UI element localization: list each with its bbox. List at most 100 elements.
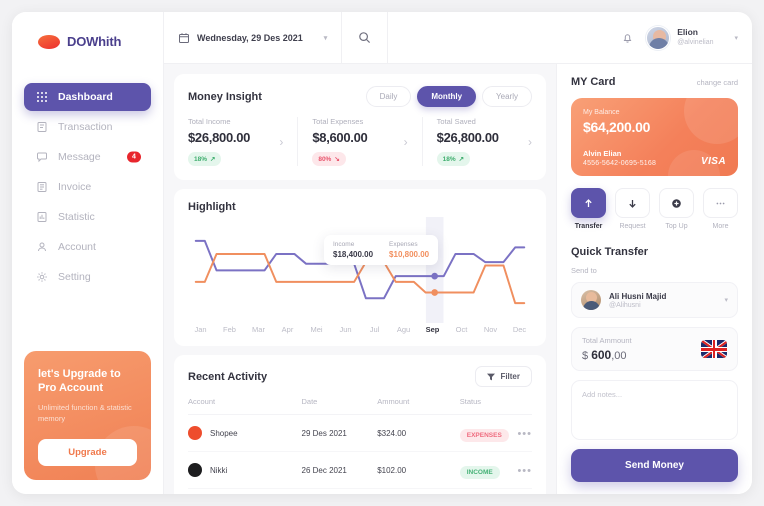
month-label[interactable]: Oct	[447, 325, 476, 334]
action-transfer[interactable]: Transfer	[571, 188, 606, 230]
month-label[interactable]: Apr	[273, 325, 302, 334]
highlight-card: Highlight Income $18,400.00 Expenses $10…	[174, 189, 546, 346]
sidebar-item-statistic[interactable]: Statistic	[24, 203, 151, 231]
action-label: Request	[619, 223, 646, 230]
user-menu[interactable]: Elion @alvinelian ▾	[646, 25, 738, 50]
row-more-icon[interactable]: •••	[517, 465, 532, 477]
sidebar-item-label: Setting	[58, 271, 91, 283]
currency-symbol: $	[582, 350, 589, 362]
stat-delta: 18%	[194, 155, 208, 163]
uk-flag-icon	[701, 340, 727, 358]
table-row[interactable]: Shopee 29 Des 2021 $324.00 EXPENSES •••	[188, 415, 532, 452]
sidebar-item-setting[interactable]: Setting	[24, 263, 151, 291]
stat-total-expenses[interactable]: Total Expenses $8,600.00 80% ↘ ›	[297, 117, 421, 166]
month-label[interactable]: Mei	[302, 325, 331, 334]
stat-value: $26,800.00	[188, 130, 251, 145]
change-card-link[interactable]: change card	[697, 78, 738, 87]
month-label[interactable]: Jan	[186, 325, 215, 334]
stat-chevron-icon[interactable]: ›	[528, 135, 532, 149]
stat-delta-badge: 18% ↗	[436, 152, 471, 166]
stat-chevron-icon[interactable]: ›	[404, 135, 408, 149]
chevron-down-icon: ▾	[724, 297, 728, 304]
table-row[interactable]: Nikki 26 Dec 2021 $102.00 INCOME •••	[188, 452, 532, 489]
sidebar-item-transaction[interactable]: Transaction	[24, 113, 151, 141]
account-name: Shopee	[210, 428, 238, 438]
filter-button[interactable]: Filter	[475, 366, 532, 387]
money-insight-header: Money Insight Daily Monthly Yearly	[174, 74, 546, 107]
sidebar-item-label: Account	[58, 241, 96, 253]
table-row[interactable]: Pickolab25 Dec 2021$21,000.00INCOME•••	[188, 489, 532, 494]
amount-major: 600	[591, 348, 612, 362]
range-monthly[interactable]: Monthly	[417, 86, 477, 107]
chevron-down-icon: ▾	[734, 34, 738, 42]
range-yearly[interactable]: Yearly	[482, 86, 532, 107]
stat-chevron-icon[interactable]: ›	[279, 135, 283, 149]
brand-logo[interactable]: DOWhith	[24, 28, 151, 49]
month-label[interactable]: Mar	[244, 325, 273, 334]
action-label: More	[712, 223, 729, 230]
quick-transfer-title: Quick Transfer	[571, 246, 649, 258]
brand-name: DOWhith	[67, 34, 122, 49]
card-actions: Transfer Request Top Up More	[571, 188, 738, 230]
invoice-icon	[36, 181, 48, 193]
money-insight-title: Money Insight	[188, 90, 262, 103]
recipient-select[interactable]: Ali Husni Majid @Alihusni ▾	[571, 282, 738, 318]
row-more-icon[interactable]: •••	[517, 428, 532, 440]
account-logo-icon	[188, 463, 202, 477]
action-request[interactable]: Request	[615, 188, 650, 230]
recipient-avatar	[581, 290, 601, 310]
notes-input[interactable]: Add notes...	[571, 380, 738, 440]
card-bottom: Alvin Elian 4556-5642-0695-5168 VISA	[583, 149, 726, 167]
tooltip-income-value: $18,400.00	[333, 250, 374, 259]
grid-icon	[36, 91, 48, 103]
amount-field[interactable]: Total Ammount $ 600,00	[571, 327, 738, 371]
stat-value: $8,600.00	[312, 130, 368, 145]
stat-total-income[interactable]: Total Income $26,800.00 18% ↗ ›	[174, 117, 297, 166]
month-label[interactable]: Jul	[360, 325, 389, 334]
sidebar: DOWhith Dashboard Transaction Message 4 …	[12, 12, 164, 494]
topbar-right: Elion @alvinelian ▾	[621, 25, 752, 50]
upgrade-button[interactable]: Upgrade	[38, 439, 137, 466]
stat-delta: 18%	[442, 155, 456, 163]
month-label[interactable]: Dec	[505, 325, 534, 334]
my-card-title: MY Card	[571, 76, 616, 88]
search-icon	[358, 31, 371, 44]
month-label[interactable]: Jun	[331, 325, 360, 334]
amount-value: $ 600,00	[582, 348, 632, 362]
month-label[interactable]: Feb	[215, 325, 244, 334]
user-name: Elion	[677, 27, 698, 38]
sidebar-item-account[interactable]: Account	[24, 233, 151, 261]
range-daily[interactable]: Daily	[365, 86, 412, 107]
chat-icon	[36, 151, 48, 163]
action-topup[interactable]: Top Up	[659, 188, 694, 230]
topbar: Wednesday, 29 Des 2021 ▾ Elion @alvineli…	[164, 12, 752, 64]
pill-logo-icon	[38, 34, 60, 49]
plus-circle-icon	[659, 188, 694, 218]
calendar-icon	[178, 32, 190, 44]
stat-value: $26,800.00	[436, 130, 499, 145]
month-label[interactable]: Nov	[476, 325, 505, 334]
money-insight-card: Money Insight Daily Monthly Yearly Total…	[174, 74, 546, 180]
sidebar-item-message[interactable]: Message 4	[24, 143, 151, 171]
amount-minor: ,00	[611, 350, 627, 362]
date-picker[interactable]: Wednesday, 29 Des 2021 ▾	[164, 12, 343, 63]
chart-month-axis: Jan Feb Mar Apr Mei Jun Jul Agu Sep Oct Nov Dec	[174, 323, 546, 346]
dashboard-app: DOWhith Dashboard Transaction Message 4 …	[12, 12, 752, 494]
sidebar-item-dashboard[interactable]: Dashboard	[24, 83, 151, 111]
action-more[interactable]: More	[703, 188, 738, 230]
stats-row: Total Income $26,800.00 18% ↗ › Total Ex…	[174, 107, 546, 180]
send-money-button[interactable]: Send Money	[571, 449, 738, 482]
month-label[interactable]: Sep	[418, 325, 447, 334]
stat-total-saved[interactable]: Total Saved $26,800.00 18% ↗ ›	[421, 117, 546, 166]
funnel-icon	[487, 373, 496, 381]
recent-activity-card: Recent Activity Filter Account Date Ammo…	[174, 355, 546, 494]
bell-icon[interactable]	[621, 31, 634, 44]
sidebar-item-invoice[interactable]: Invoice	[24, 173, 151, 201]
bank-card[interactable]: My Balance $64,200.00 Alvin Elian 4556-5…	[571, 98, 738, 176]
ellipsis-icon	[703, 188, 738, 218]
user-handle: @alvinelian	[677, 39, 714, 47]
month-label[interactable]: Agu	[389, 325, 418, 334]
sidebar-item-label: Statistic	[58, 211, 95, 223]
transaction-amount: $324.00	[377, 428, 407, 438]
search-button[interactable]	[342, 12, 389, 63]
